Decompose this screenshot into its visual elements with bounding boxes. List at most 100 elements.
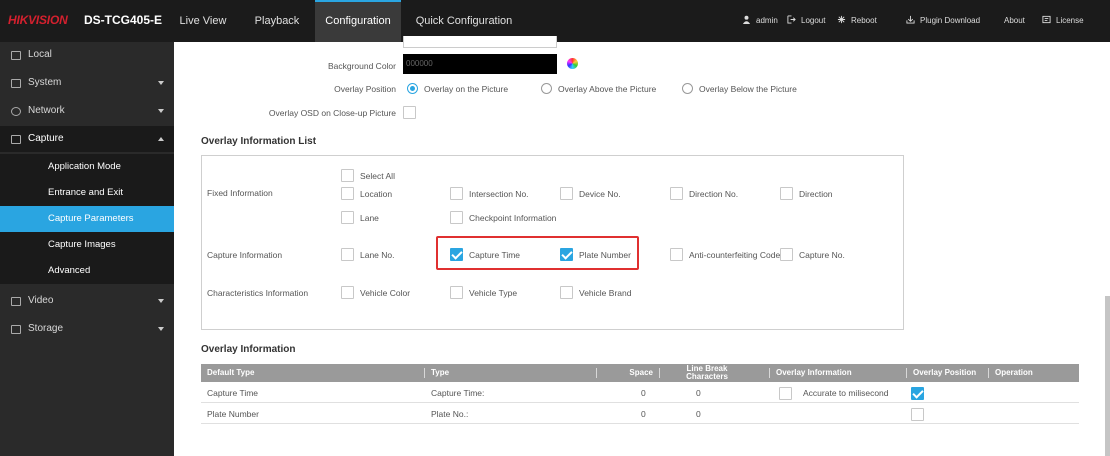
background-color-input[interactable]: 000000 xyxy=(403,54,557,74)
device-no-checkbox[interactable] xyxy=(560,187,573,200)
sidebar-sub-capture-images[interactable]: Capture Images xyxy=(0,232,174,258)
characteristics-information-label: Characteristics Information xyxy=(207,288,309,298)
lane-no-checkbox[interactable] xyxy=(341,248,354,261)
overlay-position-checkbox[interactable] xyxy=(911,408,924,421)
username: admin xyxy=(756,16,778,25)
nav-playback[interactable]: Playback xyxy=(247,0,307,42)
vehicle-type-label: Vehicle Type xyxy=(469,288,518,298)
user-menu[interactable]: admin xyxy=(742,0,778,42)
device-no-label: Device No. xyxy=(579,189,621,199)
checkpoint-information-checkbox[interactable] xyxy=(450,211,463,224)
nav-live-view[interactable]: Live View xyxy=(176,0,230,42)
sidebar-item-network[interactable]: Network xyxy=(0,98,174,124)
column-divider xyxy=(906,368,907,378)
vehicle-color-label: Vehicle Color xyxy=(360,288,411,298)
vehicle-type-checkbox[interactable] xyxy=(450,286,463,299)
vehicle-brand-checkbox[interactable] xyxy=(560,286,573,299)
logout-button[interactable]: Logout xyxy=(787,0,825,42)
color-picker-icon[interactable] xyxy=(567,58,578,69)
sidebar-sub-capture-parameters[interactable]: Capture Parameters xyxy=(0,206,174,232)
accurate-to-millisecond-checkbox[interactable] xyxy=(779,387,792,400)
table-row: Plate Number Plate No.: 0 0 xyxy=(201,404,1079,424)
column-divider xyxy=(988,368,989,378)
sidebar-item-storage[interactable]: Storage xyxy=(0,316,174,342)
direction-label: Direction xyxy=(799,189,833,199)
download-icon xyxy=(906,15,915,24)
scrollbar[interactable] xyxy=(1105,296,1110,456)
text-input-partial[interactable] xyxy=(403,36,557,48)
chevron-down-icon xyxy=(158,109,164,113)
direction-checkbox[interactable] xyxy=(780,187,793,200)
overlay-on-picture-label: Overlay on the Picture xyxy=(424,84,509,94)
lane-checkbox[interactable] xyxy=(341,211,354,224)
sidebar-sub-entrance-and-exit[interactable]: Entrance and Exit xyxy=(0,180,174,206)
col-overlay-information: Overlay Information xyxy=(776,368,852,377)
cell-line-break[interactable]: 0 xyxy=(696,383,701,403)
cell-type: Plate No.: xyxy=(431,409,469,419)
location-checkbox[interactable] xyxy=(341,187,354,200)
anti-counterfeiting-code-checkbox[interactable] xyxy=(670,248,683,261)
lane-no-label: Lane No. xyxy=(360,250,395,260)
intersection-no-label: Intersection No. xyxy=(469,189,529,199)
sidebar-item-label: Capture xyxy=(28,133,64,144)
anti-counterfeiting-code-label: Anti-counterfeiting Code xyxy=(689,250,781,260)
sidebar-item-video[interactable]: Video xyxy=(0,288,174,314)
column-divider xyxy=(769,368,770,378)
sidebar-item-local[interactable]: Local xyxy=(0,42,174,68)
col-space: Space xyxy=(629,368,653,377)
sidebar-item-label: Local xyxy=(28,49,52,60)
direction-no-checkbox[interactable] xyxy=(670,187,683,200)
cell-default-type: Capture Time xyxy=(207,388,259,398)
overlay-above-picture-label: Overlay Above the Picture xyxy=(558,84,657,94)
license-button[interactable]: License xyxy=(1042,0,1084,42)
sidebar-item-label: Network xyxy=(28,105,65,116)
vehicle-color-checkbox[interactable] xyxy=(341,286,354,299)
sidebar-item-label: System xyxy=(28,77,62,88)
cell-space[interactable]: 0 xyxy=(641,404,646,424)
sidebar: Local System Network Capture Application… xyxy=(0,42,174,456)
osd-closeup-checkbox[interactable] xyxy=(403,106,416,119)
hikvision-logo: HIKVISION xyxy=(8,13,68,27)
overlay-below-picture-label: Overlay Below the Picture xyxy=(699,84,797,94)
sidebar-sub-advanced[interactable]: Advanced xyxy=(0,258,174,284)
location-label: Location xyxy=(360,189,393,199)
video-icon xyxy=(11,297,21,306)
cell-line-break[interactable]: 0 xyxy=(696,404,701,424)
reboot-button[interactable]: Reboot xyxy=(837,0,877,42)
chevron-down-icon xyxy=(158,327,164,331)
storage-icon xyxy=(11,325,21,334)
device-model: DS-TCG405-E xyxy=(84,13,163,27)
select-all-checkbox[interactable] xyxy=(341,169,354,182)
overlay-below-picture-radio[interactable] xyxy=(682,83,693,94)
overlay-position-checkbox[interactable] xyxy=(911,387,924,400)
reboot-icon xyxy=(837,15,846,24)
cell-space[interactable]: 0 xyxy=(641,383,646,403)
sidebar-item-label: Storage xyxy=(28,323,64,334)
intersection-no-checkbox[interactable] xyxy=(450,187,463,200)
plugin-download-button[interactable]: Plugin Download xyxy=(906,0,980,42)
nav-configuration[interactable]: Configuration xyxy=(315,0,401,42)
overlay-above-picture-radio[interactable] xyxy=(541,83,552,94)
overlay-position-label: Overlay Position xyxy=(334,84,396,94)
col-operation: Operation xyxy=(995,368,1033,377)
table-row: Capture Time Capture Time: 0 0 Accurate … xyxy=(201,383,1079,403)
direction-no-label: Direction No. xyxy=(689,189,739,199)
overlay-information-title: Overlay Information xyxy=(201,344,296,355)
system-icon xyxy=(11,79,21,88)
chevron-up-icon xyxy=(158,137,164,141)
sidebar-sub-application-mode[interactable]: Application Mode xyxy=(0,154,174,180)
col-line-break-characters: Line Break Characters xyxy=(667,365,747,383)
overlay-on-picture-radio[interactable] xyxy=(407,83,418,94)
sidebar-item-capture[interactable]: Capture xyxy=(0,126,174,152)
col-overlay-position: Overlay Position xyxy=(913,368,977,377)
column-divider xyxy=(659,368,660,378)
monitor-icon xyxy=(11,51,21,60)
sidebar-item-system[interactable]: System xyxy=(0,70,174,96)
about-button[interactable]: About xyxy=(1004,0,1025,42)
lane-label: Lane xyxy=(360,213,379,223)
chevron-down-icon xyxy=(158,299,164,303)
capture-information-label: Capture Information xyxy=(207,250,283,260)
capture-no-checkbox[interactable] xyxy=(780,248,793,261)
background-color-label: Background Color xyxy=(327,61,396,71)
capture-no-label: Capture No. xyxy=(799,250,845,260)
